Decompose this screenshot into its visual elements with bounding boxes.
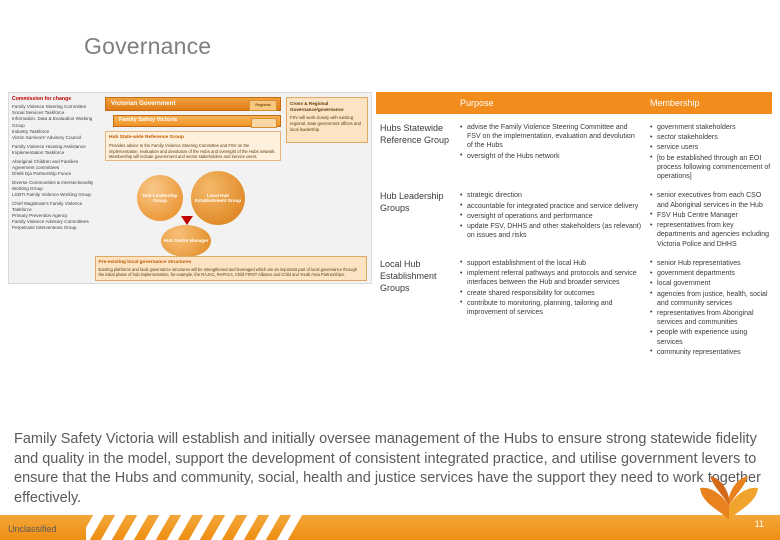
table-row: Hubs Statewide Reference Group advise th… xyxy=(376,114,772,182)
list-item: agencies from justice, health, social an… xyxy=(650,289,772,308)
diagram-left-group-line: Victim Survivors' Advisory Council xyxy=(12,134,81,140)
table-row: Local Hub Establishment Groups support e… xyxy=(376,250,772,358)
table-cell-membership: senior executives from each CSO and Abor… xyxy=(642,191,772,249)
diagram-left-group-line: LGBTI Family Violence Working Group xyxy=(12,191,91,197)
cross-regional-heading: Cross & Regional Governance/governance xyxy=(290,101,344,113)
table-header-purpose: Purpose xyxy=(460,98,494,108)
fsv-tag-decoration xyxy=(251,118,277,128)
diagram-left-column: Commission for change Family Violence St… xyxy=(12,96,98,234)
cross-regional-body: FSV will work closely with existing regi… xyxy=(290,115,361,132)
victorian-government-tag: Regional xyxy=(249,100,277,111)
local-hub-establishment-group-circle: Local Hub Establishment Group xyxy=(191,171,245,225)
list-item: create shared responsibility for outcome… xyxy=(460,288,642,298)
victorian-government-banner: Victorian Government Regional xyxy=(105,97,281,111)
list-item: government stakeholders xyxy=(650,122,772,132)
butterfly-logo xyxy=(700,476,758,520)
list-item: implement referral pathways and protocol… xyxy=(460,269,642,287)
diagram-left-group-line: Diverse Communities & Intersectionality … xyxy=(12,179,94,191)
list-item: oversight of the Hubs network xyxy=(460,151,642,161)
table-cell-purpose: strategic direction accountable for inte… xyxy=(452,191,642,249)
table-header-row: Purpose Membership xyxy=(376,92,772,114)
family-safety-victoria-label: Family Safety Victoria xyxy=(119,117,178,124)
down-arrow-icon xyxy=(181,216,193,225)
reference-group-body: Provides advice to the Family Violence S… xyxy=(109,142,276,160)
table-cell-membership: government stakeholders sector stakehold… xyxy=(642,122,772,182)
page-title: Governance xyxy=(84,33,212,59)
hub-leadership-group-circle: Hub Leadership Group xyxy=(137,175,183,221)
table-header-membership: Membership xyxy=(650,98,700,108)
list-item: contribute to monitoring, planning, tail… xyxy=(460,298,642,317)
diagram-left-group-3: Diverse Communities & Intersectionality … xyxy=(12,180,98,199)
table-row: Hub Leadership Groups strategic directio… xyxy=(376,182,772,249)
list-item: community representatives xyxy=(650,347,772,357)
table-row-label: Local Hub Establishment Groups xyxy=(380,258,437,293)
governance-diagram: Commission for change Family Violence St… xyxy=(8,92,372,284)
hub-centre-manager-circle: Hub Centre Manager xyxy=(161,225,211,257)
table-row-label: Hub Leadership Groups xyxy=(380,191,444,214)
governance-table: Purpose Membership Hubs Statewide Refere… xyxy=(376,92,772,358)
list-item: advise the Family Violence Steering Comm… xyxy=(460,123,642,151)
diagram-left-group-heading: Commission for change xyxy=(12,96,72,102)
list-item: accountable for integrated practice and … xyxy=(460,201,642,211)
diagram-left-group-line: Aboriginal Children and Families Agreeme… xyxy=(12,158,79,170)
list-item: representatives from key departments and… xyxy=(650,221,772,249)
page-number: 11 xyxy=(754,519,764,529)
cross-regional-governance-box: Cross & Regional Governance/governance F… xyxy=(286,97,368,143)
preexisting-governance-box: Pre-existing local governance structures… xyxy=(95,256,367,281)
list-item: oversight of operations and performance xyxy=(460,211,642,221)
preexisting-heading: Pre-existing local governance structures xyxy=(98,259,192,265)
list-item: sector stakeholders xyxy=(650,133,772,142)
list-item: strategic direction xyxy=(460,191,642,200)
list-item: local government xyxy=(650,279,772,288)
list-item: senior executives from each CSO and Abor… xyxy=(650,191,772,209)
table-cell-membership: senior Hub representatives government de… xyxy=(642,258,772,358)
table-cell-purpose: advise the Family Violence Steering Comm… xyxy=(452,123,642,182)
diagram-left-group-line: Information, Data & Evaluation Working G… xyxy=(12,116,93,128)
list-item: service users xyxy=(650,143,772,152)
list-item: FSV Hub Centre Manager xyxy=(650,210,772,220)
diagram-left-group-line: Perpetrator Interventions Group xyxy=(12,225,77,231)
list-item: update FSV, DHHS and other stakeholders … xyxy=(460,222,642,240)
diagram-left-group-line: Chief Magistrate's Family Violence Taskf… xyxy=(12,200,83,212)
list-item: government departments xyxy=(650,269,772,278)
family-safety-victoria-banner: Family Safety Victoria xyxy=(113,115,281,128)
diagram-left-group-0: Commission for change Family Violence St… xyxy=(12,96,98,141)
hub-statewide-reference-group-box: Hub State-wide Reference Group Provides … xyxy=(105,131,281,161)
diagram-left-group-line: Dhelk Dja Partnership Forum xyxy=(12,170,72,176)
preexisting-body: Existing platforms and local governance … xyxy=(98,266,358,278)
list-item: senior Hub representatives xyxy=(650,258,772,268)
chevron-pattern-decoration xyxy=(86,515,306,540)
reference-group-heading: Hub State-wide Reference Group xyxy=(109,135,184,140)
list-item: representatives from Aboriginal services… xyxy=(650,308,772,327)
diagram-left-group-line: Family Violence Housing Assistance Imple… xyxy=(12,143,86,155)
table-cell-purpose: support establishment of the local Hub i… xyxy=(452,258,642,358)
diagram-left-group-1: Family Violence Housing Assistance Imple… xyxy=(12,144,98,156)
victorian-government-label: Victorian Government xyxy=(111,99,176,107)
diagram-left-group-2: Aboriginal Children and Families Agreeme… xyxy=(12,159,98,178)
summary-paragraph: Family Safety Victoria will establish an… xyxy=(14,431,761,506)
table-row-label: Hubs Statewide Reference Group xyxy=(380,123,450,145)
classification-label: Unclassified xyxy=(8,524,57,534)
list-item: people with experience using services xyxy=(650,328,772,346)
diagram-left-group-4: Chief Magistrate's Family Violence Taskf… xyxy=(12,201,98,232)
list-item: [to be established through an EOI proces… xyxy=(650,153,772,182)
list-item: support establishment of the local Hub xyxy=(460,258,642,268)
